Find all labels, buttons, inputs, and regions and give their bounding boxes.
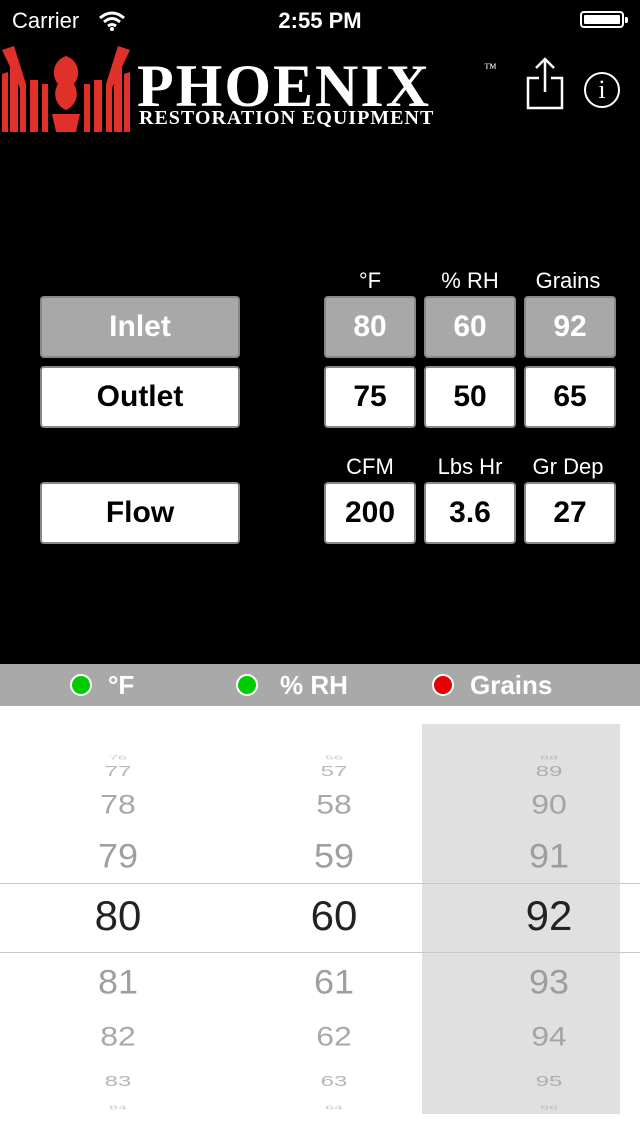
inlet-rh-value[interactable]: 60 [424, 296, 516, 358]
picker-value[interactable]: 63 [274, 1069, 394, 1095]
value-picker[interactable]: 76 77 78 79 80 81 82 83 84 56 57 58 59 60 61 62 63 64 88 89… [0, 706, 640, 1136]
flow-button[interactable]: Flow [40, 482, 240, 544]
phoenix-logo-icon [2, 46, 130, 132]
picker-selection-line-top [0, 883, 640, 884]
picker-value[interactable]: 89 [489, 759, 609, 785]
picker-value[interactable]: 96 [489, 1100, 609, 1115]
header-cfm: CFM [346, 454, 394, 479]
picker-value[interactable]: 62 [274, 1017, 394, 1054]
battery-icon [580, 11, 628, 28]
inlet-grains-value[interactable]: 92 [524, 296, 616, 358]
header-rh: % RH [441, 268, 499, 293]
picker-value[interactable]: 93 [489, 961, 609, 1003]
picker-value[interactable]: 91 [489, 835, 609, 877]
picker-value[interactable]: 79 [58, 835, 178, 877]
picker-selected-value[interactable]: 92 [489, 894, 609, 938]
inlet-fahrenheit-value[interactable]: 80 [324, 296, 416, 358]
status-bar: Carrier 2:55 PM [0, 0, 640, 40]
picker-header: °F % RH Grains [0, 664, 640, 706]
header-fahrenheit: °F [358, 268, 382, 293]
fahrenheit-status-icon [70, 674, 92, 696]
picker-value[interactable]: 61 [274, 961, 394, 1003]
picker-value[interactable]: 64 [274, 1100, 394, 1115]
outlet-rh-value[interactable]: 50 [424, 366, 516, 428]
outlet-button[interactable]: Outlet [40, 366, 240, 428]
share-icon[interactable] [524, 56, 566, 110]
picker-value[interactable]: 78 [58, 785, 178, 822]
picker-value[interactable]: 84 [58, 1100, 178, 1115]
picker-value[interactable]: 94 [489, 1017, 609, 1054]
status-time: 2:55 PM [278, 8, 362, 33]
picker-value[interactable]: 77 [58, 759, 178, 785]
outlet-grains-value[interactable]: 65 [524, 366, 616, 428]
picker-label-fahrenheit: °F [108, 670, 135, 700]
outlet-fahrenheit-value[interactable]: 75 [324, 366, 416, 428]
info-icon[interactable]: i [584, 72, 620, 108]
picker-value[interactable]: 95 [489, 1069, 609, 1095]
picker-selected-value[interactable]: 60 [274, 894, 394, 938]
header-gr-dep: Gr Dep [532, 454, 604, 479]
picker-value[interactable]: 59 [274, 835, 394, 877]
picker-selected-value[interactable]: 80 [58, 894, 178, 938]
picker-label-rh: % RH [280, 670, 348, 700]
picker-value[interactable]: 81 [58, 961, 178, 1003]
header-grains: Grains [535, 268, 601, 293]
picker-value[interactable]: 57 [274, 759, 394, 785]
grains-status-icon [432, 674, 454, 696]
header-lbs-hr: Lbs Hr [437, 454, 503, 479]
trademark-symbol: ™ [484, 60, 497, 75]
picker-selection-line-bottom [0, 952, 640, 953]
inlet-button[interactable]: Inlet [40, 296, 240, 358]
flow-lbs-hr-value[interactable]: 3.6 [424, 482, 516, 544]
rh-status-icon [236, 674, 258, 696]
picker-value[interactable]: 90 [489, 785, 609, 822]
brand-tagline: RESTORATION EQUIPMENT [139, 107, 435, 129]
flow-gr-dep-value[interactable]: 27 [524, 482, 616, 544]
picker-value[interactable]: 58 [274, 785, 394, 822]
flow-cfm-value[interactable]: 200 [324, 482, 416, 544]
picker-value[interactable]: 82 [58, 1017, 178, 1054]
picker-label-grains: Grains [470, 670, 553, 700]
picker-value[interactable]: 83 [58, 1069, 178, 1095]
